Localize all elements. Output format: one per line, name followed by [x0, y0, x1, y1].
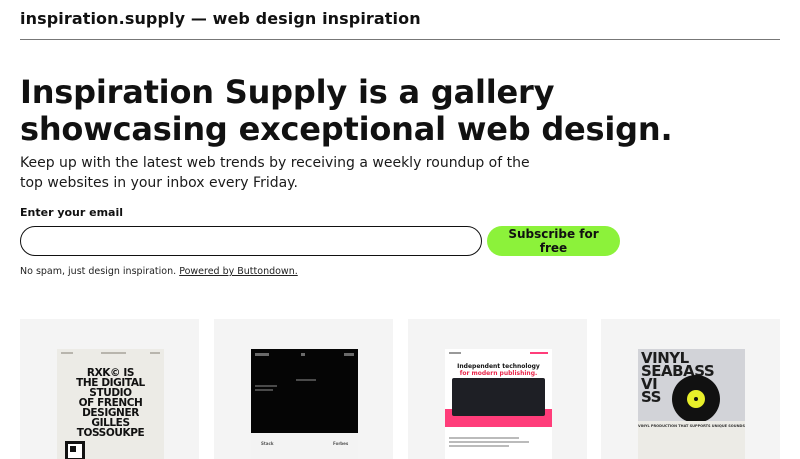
thumb-nav-bar	[301, 353, 305, 356]
thumb-line: THE DIGITAL STUDIO	[76, 377, 145, 399]
thumb-logo: Stack	[261, 441, 274, 446]
email-label: Enter your email	[20, 206, 124, 219]
site-thumbnail[interactable]: Independent technology for modern publis…	[445, 349, 552, 459]
thumb-nav-bar	[530, 352, 548, 354]
thumb-logo: Forbes	[333, 441, 349, 446]
thumb-text-line	[296, 379, 316, 381]
thumb-heading-accent: for modern publishing.	[459, 370, 538, 377]
thumb-text-line	[255, 385, 277, 387]
site-thumbnail[interactable]: RXK© IS THE DIGITAL STUDIO OF FRENCH DES…	[57, 349, 164, 459]
gallery-card[interactable]: Stack Forbes	[214, 319, 393, 459]
gallery-card[interactable]: VINYL SEABASS VI SS VINYL PRODUCTION THA…	[601, 319, 780, 459]
thumb-text-line	[449, 441, 529, 443]
thumb-text-line	[255, 389, 273, 391]
hero-subtitle: Keep up with the latest web trends by re…	[20, 155, 530, 191]
email-field[interactable]	[20, 226, 482, 256]
thumb-line: OF FRENCH DESIGNER	[78, 397, 143, 419]
thumb-nav-bar	[61, 352, 73, 354]
thumb-nav-bar	[449, 352, 461, 354]
page-title: Inspiration Supply is a gallery showcasi…	[20, 73, 673, 148]
thumb-nav-bar	[101, 352, 126, 354]
vinyl-record-hole	[694, 397, 698, 401]
gallery-card[interactable]: RXK© IS THE DIGITAL STUDIO OF FRENCH DES…	[20, 319, 199, 459]
header-divider	[20, 39, 780, 40]
subscribe-button[interactable]: Subscribe for free	[487, 226, 620, 256]
thumb-line: GILLES TOSSOUKPE	[76, 417, 145, 439]
thumb-dashboard	[452, 378, 545, 416]
qr-icon-center	[70, 446, 76, 452]
fineprint: No spam, just design inspiration. Powere…	[20, 266, 298, 277]
site-thumbnail[interactable]: VINYL SEABASS VI SS VINYL PRODUCTION THA…	[638, 349, 745, 459]
thumb-caption: VINYL PRODUCTION THAT SUPPORTS UNIQUE SO…	[638, 424, 745, 428]
thumb-nav	[61, 352, 160, 355]
thumb-footer	[251, 433, 358, 459]
gallery-card[interactable]: Independent technology for modern publis…	[408, 319, 587, 459]
thumb-nav-bar	[255, 353, 269, 356]
thumb-headline: RXK© IS THE DIGITAL STUDIO OF FRENCH DES…	[57, 368, 164, 439]
thumb-heading: Independent technology	[457, 363, 540, 370]
site-title[interactable]: inspiration.supply — web design inspirat…	[20, 9, 421, 28]
fineprint-text: No spam, just design inspiration.	[20, 266, 177, 277]
thumb-text-line	[449, 437, 519, 439]
thumb-nav-bar	[150, 352, 160, 354]
thumb-text-line	[449, 445, 509, 447]
site-thumbnail[interactable]: Stack Forbes	[251, 349, 358, 459]
thumb-nav-bar	[344, 353, 354, 356]
powered-by-link[interactable]: Powered by Buttondown.	[179, 266, 298, 277]
